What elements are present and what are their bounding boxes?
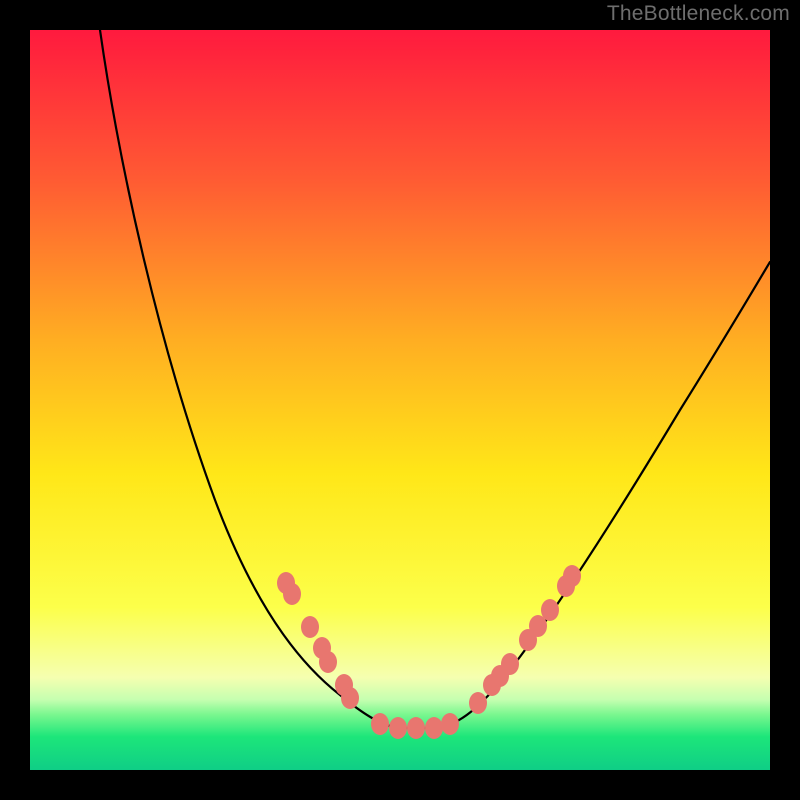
watermark-text: TheBottleneck.com	[607, 2, 790, 26]
data-marker	[441, 713, 459, 735]
gradient-background	[30, 30, 770, 770]
data-marker	[425, 717, 443, 739]
data-marker	[389, 717, 407, 739]
data-marker	[501, 653, 519, 675]
chart-svg	[30, 30, 770, 770]
data-marker	[407, 717, 425, 739]
data-marker	[283, 583, 301, 605]
data-marker	[319, 651, 337, 673]
data-marker	[371, 713, 389, 735]
data-marker	[469, 692, 487, 714]
data-marker	[301, 616, 319, 638]
plot-area	[30, 30, 770, 770]
data-marker	[563, 565, 581, 587]
data-marker	[541, 599, 559, 621]
data-marker	[341, 687, 359, 709]
chart-frame: TheBottleneck.com	[0, 0, 800, 800]
